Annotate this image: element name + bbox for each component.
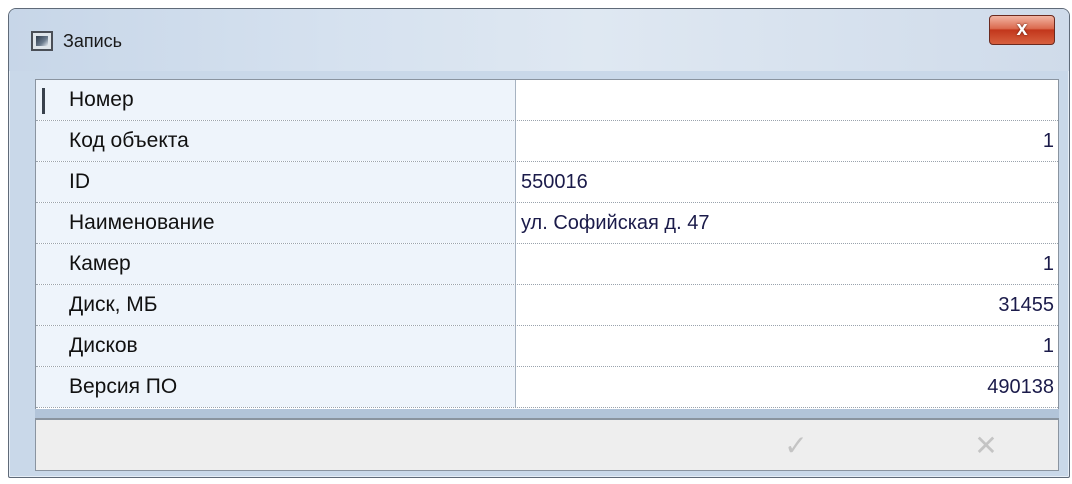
row-label: Наименование (36, 203, 516, 243)
dialog-footer: ✓ ✕ (35, 419, 1059, 471)
app-icon (31, 31, 53, 51)
row-label: Дисков (36, 326, 516, 366)
row-label: Диск, МБ (36, 285, 516, 325)
row-value[interactable]: 31455 (516, 285, 1058, 325)
grid-bottom-strip (35, 409, 1059, 418)
row-label: Версия ПО (36, 367, 516, 407)
row-value[interactable] (516, 80, 1058, 120)
current-row-marker (42, 88, 45, 114)
property-grid: Номер Код объекта 1 ID 550016 Наименован… (35, 79, 1059, 419)
record-dialog: Запись x Номер Код объекта 1 ID 550016 Н… (8, 8, 1070, 478)
grid-row-object-code[interactable]: Код объекта 1 (36, 121, 1058, 162)
row-label: Код объекта (36, 121, 516, 161)
row-value[interactable]: 1 (516, 121, 1058, 161)
row-value[interactable]: ул. Софийская д. 47 (516, 203, 1058, 243)
row-value[interactable]: 1 (516, 326, 1058, 366)
row-value[interactable]: 1 (516, 244, 1058, 284)
grid-row-firmware-version[interactable]: Версия ПО 490138 (36, 367, 1058, 408)
row-label: Номер (69, 88, 134, 111)
title-bar[interactable]: Запись x (9, 9, 1069, 71)
window-title: Запись (63, 31, 123, 51)
grid-row-number[interactable]: Номер (36, 80, 1058, 121)
cancel-icon[interactable]: ✕ (966, 428, 1006, 464)
row-value[interactable]: 490138 (516, 367, 1058, 407)
confirm-icon[interactable]: ✓ (776, 428, 816, 464)
grid-row-disks[interactable]: Дисков 1 (36, 326, 1058, 367)
grid-row-disk-mb[interactable]: Диск, МБ 31455 (36, 285, 1058, 326)
grid-row-cameras[interactable]: Камер 1 (36, 244, 1058, 285)
close-button[interactable]: x (989, 15, 1055, 45)
row-label: ID (36, 162, 516, 202)
grid-row-id[interactable]: ID 550016 (36, 162, 1058, 203)
row-label: Камер (36, 244, 516, 284)
row-value[interactable]: 550016 (516, 162, 1058, 202)
grid-row-name[interactable]: Наименование ул. Софийская д. 47 (36, 203, 1058, 244)
